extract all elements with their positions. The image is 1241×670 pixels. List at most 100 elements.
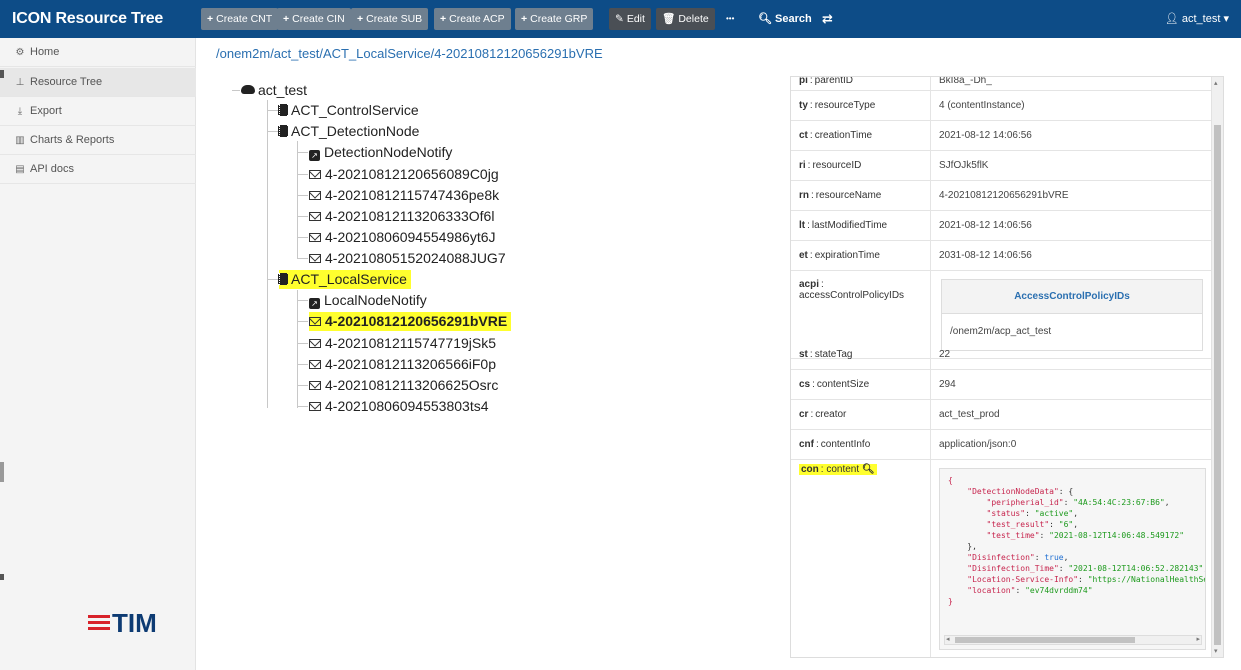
tree-connector bbox=[297, 300, 308, 301]
envelope-icon bbox=[309, 191, 321, 200]
attribute-row-resource-type: ty: resourceType 4 (contentInstance) bbox=[791, 91, 1211, 121]
tree-connector bbox=[297, 343, 308, 344]
envelope-icon bbox=[309, 254, 321, 263]
tree-node-local-service[interactable]: ACT_LocalService bbox=[279, 270, 411, 289]
create-cnt-button[interactable]: + Create CNT bbox=[201, 8, 279, 30]
ellipsis-icon: ••• bbox=[726, 14, 735, 23]
sidebar-item-export[interactable]: ⤓ Export bbox=[0, 97, 196, 126]
plus-icon: + bbox=[521, 13, 528, 25]
plus-icon: + bbox=[357, 13, 364, 25]
scrollbar-thumb[interactable] bbox=[1214, 125, 1221, 645]
scroll-down-icon[interactable]: ▾ bbox=[1214, 647, 1218, 655]
top-navbar: ICON Resource Tree + Create CNT + Create C… bbox=[0, 0, 1241, 38]
tree-node-content-instance[interactable]: 4-20210812120656089C0jg bbox=[309, 165, 499, 184]
scroll-up-icon[interactable]: ▴ bbox=[1214, 79, 1218, 87]
tree-node-selected[interactable]: 4-20210812120656291bVRE bbox=[309, 312, 512, 331]
sidebar-item-home[interactable]: ⚙ Home bbox=[0, 38, 196, 67]
envelope-icon bbox=[309, 360, 321, 369]
trash-icon: 🗑 bbox=[662, 13, 676, 25]
tree-connector bbox=[297, 364, 308, 365]
tree-node-content-instance[interactable]: 4-20210812113206333Of6l bbox=[309, 207, 494, 226]
tree-connector bbox=[297, 321, 308, 322]
envelope-icon bbox=[309, 212, 321, 221]
content-json-viewer[interactable]: { "DetectionNodeData": { "peripherial_id… bbox=[939, 468, 1206, 650]
toolbar: + Create CNT + Create CIN + Create SUB + Cre… bbox=[0, 0, 1241, 38]
tree-connector bbox=[297, 216, 308, 217]
more-button[interactable]: ••• bbox=[720, 8, 740, 30]
tree-node-content-instance[interactable]: 4-20210812115747719jSk5 bbox=[309, 334, 496, 353]
delete-button[interactable]: 🗑 Delete bbox=[656, 8, 715, 30]
bar-chart-icon: ▥ bbox=[15, 135, 25, 146]
scrollbar-thumb[interactable] bbox=[955, 637, 1135, 643]
swap-icon: ⇄ bbox=[822, 11, 833, 26]
envelope-icon bbox=[309, 233, 321, 242]
pencil-icon: ✎ bbox=[615, 13, 624, 25]
resource-path: /onem2m/act_test/ACT_LocalService/4-2021… bbox=[216, 46, 603, 61]
tree-connector bbox=[297, 141, 298, 259]
tree-node-content-instance[interactable]: 4-20210806094553803ts4 bbox=[309, 397, 489, 416]
plus-icon: + bbox=[207, 13, 214, 25]
resource-details-panel[interactable]: pi: parentID BkI8a_-Dh_ ty: resourceType… bbox=[790, 76, 1224, 658]
search-button[interactable]: 🔍︎ Search bbox=[758, 0, 812, 38]
window-edge-mark bbox=[0, 574, 4, 580]
tree-node-content-instance[interactable]: 4-20210812113206625Osrc bbox=[309, 376, 498, 395]
attribute-row-creation-time: ct: creationTime 2021-08-12 14:06:56 bbox=[791, 121, 1211, 151]
sitemap-icon: ⊥ bbox=[15, 77, 25, 88]
attribute-row-last-modified: lt: lastModifiedTime 2021-08-12 14:06:56 bbox=[791, 211, 1211, 241]
tree-connector bbox=[297, 406, 308, 407]
attribute-row-expiration-time: et: expirationTime 2031-08-12 14:06:56 bbox=[791, 241, 1211, 271]
attribute-row-content-info: cnf: contentInfo application/json:0 bbox=[791, 430, 1211, 460]
sidebar-item-resource-tree[interactable]: ⊥ Resource Tree bbox=[0, 68, 196, 97]
attribute-row-parent-id: pi: parentID BkI8a_-Dh_ bbox=[791, 77, 1211, 91]
tree-connector bbox=[297, 174, 308, 175]
search-icon: 🔍︎ bbox=[758, 13, 772, 25]
attribute-row-creator: cr: creator act_test_prod bbox=[791, 400, 1211, 430]
create-sub-button[interactable]: + Create SUB bbox=[351, 8, 429, 30]
attribute-row-content: con: content 🔍︎ { "DetectionNodeData": {… bbox=[791, 460, 1211, 657]
tree-node-root[interactable]: act_test bbox=[241, 81, 307, 100]
tree-connector bbox=[297, 290, 298, 408]
attribute-row-state-tag: st: stateTag 22 bbox=[791, 339, 1211, 370]
panel-vertical-scrollbar[interactable]: ▴ ▾ bbox=[1211, 77, 1223, 657]
sidebar-item-charts-reports[interactable]: ▥ Charts & Reports bbox=[0, 126, 196, 155]
user-icon: 👤︎ bbox=[1164, 13, 1179, 25]
tree-connector bbox=[297, 195, 308, 196]
zoom-in-icon[interactable]: 🔍︎ bbox=[862, 464, 875, 475]
edit-button[interactable]: ✎ Edit bbox=[609, 8, 651, 30]
envelope-icon bbox=[309, 339, 321, 348]
tree-connector bbox=[232, 90, 240, 91]
tree-node-content-instance[interactable]: 4-20210812113206566iF0p bbox=[309, 355, 496, 374]
dashboard-icon: ⚙ bbox=[15, 47, 25, 58]
tree-connector bbox=[297, 258, 308, 259]
tree-connector bbox=[297, 385, 308, 386]
user-menu[interactable]: 👤︎ act_test ▾ bbox=[1165, 0, 1229, 38]
create-grp-button[interactable]: + Create GRP bbox=[515, 8, 594, 30]
tree-node-content-instance[interactable]: 4-20210812115747436pe8k bbox=[309, 186, 499, 205]
tree-connector bbox=[267, 100, 268, 408]
tree-node-content-instance[interactable]: 4-20210806094554986yt6J bbox=[309, 228, 496, 247]
subscription-icon: ↗ bbox=[309, 298, 320, 309]
attribute-row-content-size: cs: contentSize 294 bbox=[791, 370, 1211, 400]
scroll-right-icon[interactable]: ▸ bbox=[1196, 635, 1200, 643]
tim-logo-mark bbox=[88, 615, 110, 633]
tree-node-local-notify[interactable]: ↗ LocalNodeNotify bbox=[309, 291, 427, 310]
tree-connector bbox=[297, 152, 308, 153]
acp-table-header: AccessControlPolicyIDs bbox=[942, 280, 1202, 314]
plus-icon: + bbox=[283, 13, 290, 25]
json-horizontal-scrollbar[interactable]: ◂ ▸ bbox=[944, 635, 1202, 645]
tree-connector bbox=[267, 131, 279, 132]
tree-node-detection-node[interactable]: ACT_DetectionNode bbox=[279, 122, 419, 141]
swap-button[interactable]: ⇄ bbox=[822, 0, 833, 38]
tree-connector bbox=[297, 237, 308, 238]
sidebar-item-api-docs[interactable]: ▤ API docs bbox=[0, 155, 196, 184]
plus-icon: + bbox=[440, 13, 447, 25]
tree-node-content-instance[interactable]: 4-20210805152024088JUG7 bbox=[309, 249, 506, 268]
scroll-left-icon[interactable]: ◂ bbox=[946, 635, 950, 643]
tree-node-detection-notify[interactable]: ↗ DetectionNodeNotify bbox=[309, 143, 452, 162]
attribute-row-resource-id: ri: resourceID SJfOJk5flK bbox=[791, 151, 1211, 181]
download-icon: ⤓ bbox=[17, 106, 23, 117]
tree-node-control-service[interactable]: ACT_ControlService bbox=[279, 101, 419, 120]
container-icon bbox=[279, 273, 287, 285]
create-cin-button[interactable]: + Create CIN bbox=[277, 8, 351, 30]
create-acp-button[interactable]: + Create ACP bbox=[434, 8, 511, 30]
